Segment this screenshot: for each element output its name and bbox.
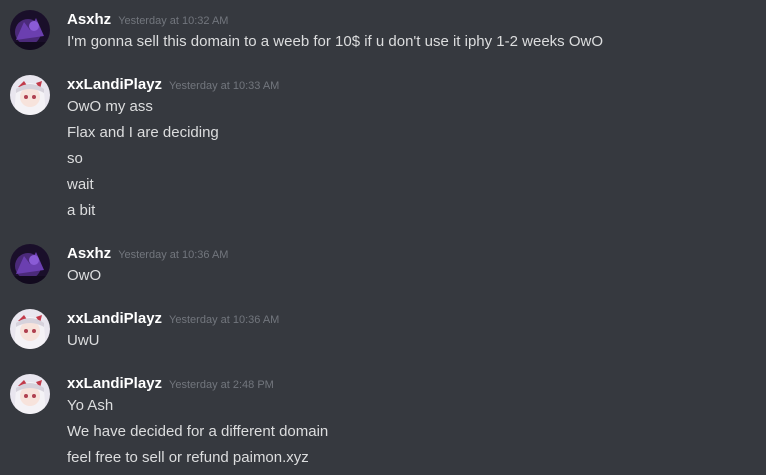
message-text: UwU	[67, 332, 100, 349]
anime-girl-avatar-icon	[10, 309, 50, 349]
message-text: We have decided for a different domain	[67, 423, 329, 440]
message-header: xxLandiPlayz Yesterday at 10:36 AM	[67, 309, 279, 329]
avatar[interactable]	[10, 309, 50, 349]
anime-girl-avatar-icon	[10, 75, 50, 115]
message-header: xxLandiPlayz Yesterday at 10:33 AM	[67, 75, 279, 95]
username[interactable]: xxLandiPlayz	[67, 76, 162, 93]
message-text: OwO	[67, 267, 102, 284]
message-text: OwO my ass	[67, 98, 153, 115]
message-text: a bit	[67, 202, 96, 219]
message-text: feel free to sell or refund paimon.xyz	[67, 449, 309, 466]
purple-dark-avatar-icon	[10, 10, 50, 50]
avatar[interactable]	[10, 75, 50, 115]
timestamp: Yesterday at 2:48 PM	[169, 379, 274, 391]
message-header: xxLandiPlayz Yesterday at 2:48 PM	[67, 374, 274, 394]
username[interactable]: Asxhz	[67, 245, 111, 262]
message-header: Asxhz Yesterday at 10:36 AM	[67, 244, 228, 264]
chat-messages: Asxhz Yesterday at 10:32 AM I'm gonna sel…	[0, 0, 766, 475]
message-text: so	[67, 150, 83, 167]
timestamp: Yesterday at 10:33 AM	[169, 80, 280, 92]
avatar[interactable]	[10, 374, 50, 414]
timestamp: Yesterday at 10:36 AM	[118, 249, 229, 261]
message-header: Asxhz Yesterday at 10:32 AM	[67, 10, 228, 30]
username[interactable]: xxLandiPlayz	[67, 310, 162, 327]
username[interactable]: xxLandiPlayz	[67, 375, 162, 392]
timestamp: Yesterday at 10:36 AM	[169, 314, 280, 326]
anime-girl-avatar-icon	[10, 374, 50, 414]
timestamp: Yesterday at 10:32 AM	[118, 15, 229, 27]
message-text: Flax and I are deciding	[67, 124, 219, 141]
message-text: I'm gonna sell this domain to a weeb for…	[67, 33, 604, 50]
username[interactable]: Asxhz	[67, 11, 111, 28]
message-text: wait	[67, 176, 94, 193]
purple-dark-avatar-icon	[10, 244, 50, 284]
message-text: Yo Ash	[67, 397, 114, 414]
avatar[interactable]	[10, 244, 50, 284]
avatar[interactable]	[10, 10, 50, 50]
